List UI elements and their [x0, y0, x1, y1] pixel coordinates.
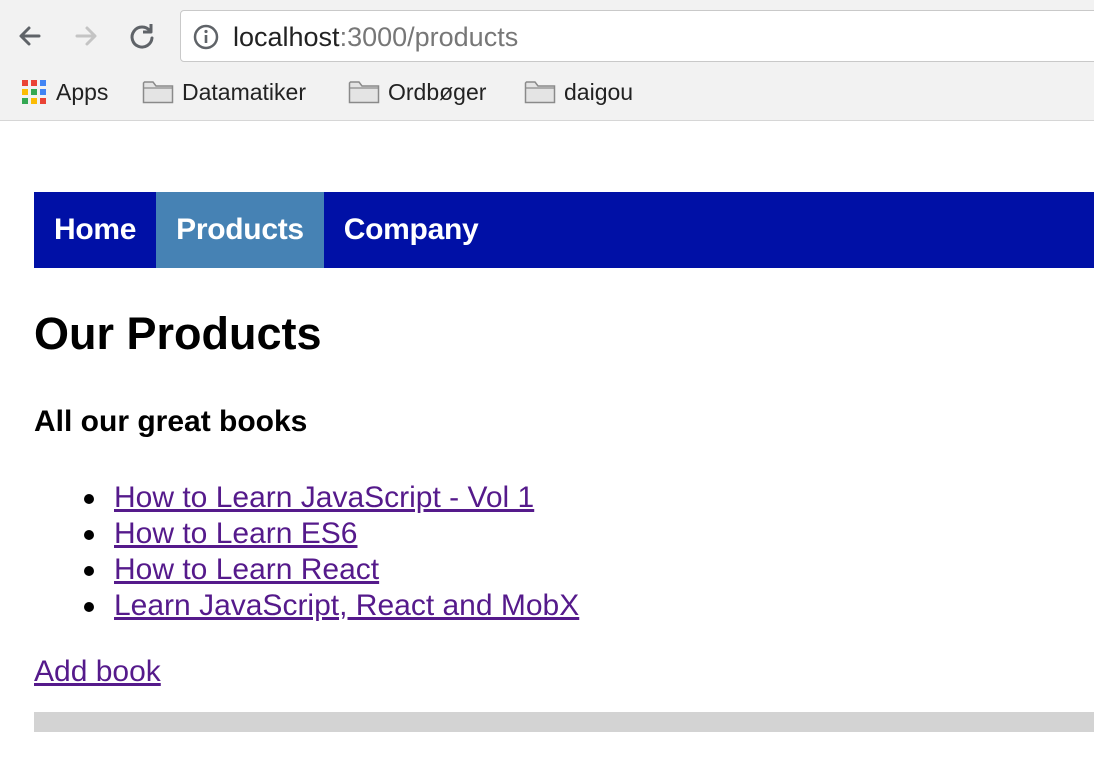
book-link[interactable]: Learn JavaScript, React and MobX [114, 589, 579, 622]
bookmark-apps[interactable]: Apps [20, 76, 108, 108]
book-list: How to Learn JavaScript - Vol 1 How to L… [34, 480, 1094, 624]
list-item: How to Learn ES6 [84, 516, 1094, 552]
url-path: :3000/products [339, 22, 519, 52]
reload-button[interactable] [122, 16, 162, 56]
url-host: localhost [233, 22, 340, 52]
page-content: Home Products Company Our Products All o… [34, 192, 1094, 732]
url-text[interactable]: localhost:3000/products [233, 22, 518, 53]
folder-icon [142, 79, 174, 105]
nav-item-company[interactable]: Company [324, 192, 499, 268]
info-icon[interactable] [193, 24, 219, 55]
folder-icon [348, 79, 380, 105]
book-link[interactable]: How to Learn ES6 [114, 517, 357, 550]
bookmark-label: Apps [56, 78, 109, 105]
bookmark-ordboger[interactable]: Ordbøger [348, 76, 486, 108]
page-title: Our Products [34, 308, 322, 359]
list-item: How to Learn React [84, 552, 1094, 588]
bookmark-label: Ordbøger [388, 78, 487, 105]
bookmark-label: Datamatiker [182, 78, 306, 105]
book-link[interactable]: How to Learn React [114, 553, 379, 586]
bookmark-daigou[interactable]: daigou [524, 76, 633, 108]
bookmark-datamatiker[interactable]: Datamatiker [142, 76, 306, 108]
bullet [84, 602, 94, 612]
footer-divider [34, 712, 1094, 732]
browser-chrome: localhost:3000/products Apps Datamatiker [0, 0, 1094, 121]
book-link[interactable]: How to Learn JavaScript - Vol 1 [114, 481, 534, 514]
bullet [84, 494, 94, 504]
bullet [84, 566, 94, 576]
bullet [84, 530, 94, 540]
bookmark-label: daigou [564, 78, 634, 105]
main-nav: Home Products Company [34, 192, 1094, 268]
nav-item-home[interactable]: Home [34, 192, 156, 268]
page-subtitle: All our great books [34, 405, 308, 438]
bookmarks-bar: Apps Datamatiker Ordbøger daigou [0, 72, 1094, 112]
reload-icon [130, 24, 154, 49]
list-item: Learn JavaScript, React and MobX [84, 588, 1094, 624]
nav-item-products[interactable]: Products [156, 192, 324, 268]
arrow-left-icon [19, 26, 41, 46]
apps-grid-icon [20, 78, 48, 106]
list-item: How to Learn JavaScript - Vol 1 [84, 480, 1094, 516]
address-bar[interactable]: localhost:3000/products [180, 10, 1094, 62]
folder-icon [524, 79, 556, 105]
forward-button[interactable] [66, 16, 106, 56]
back-button[interactable] [10, 16, 50, 56]
add-book-link[interactable]: Add book [34, 654, 1094, 690]
arrow-right-icon [75, 26, 97, 46]
